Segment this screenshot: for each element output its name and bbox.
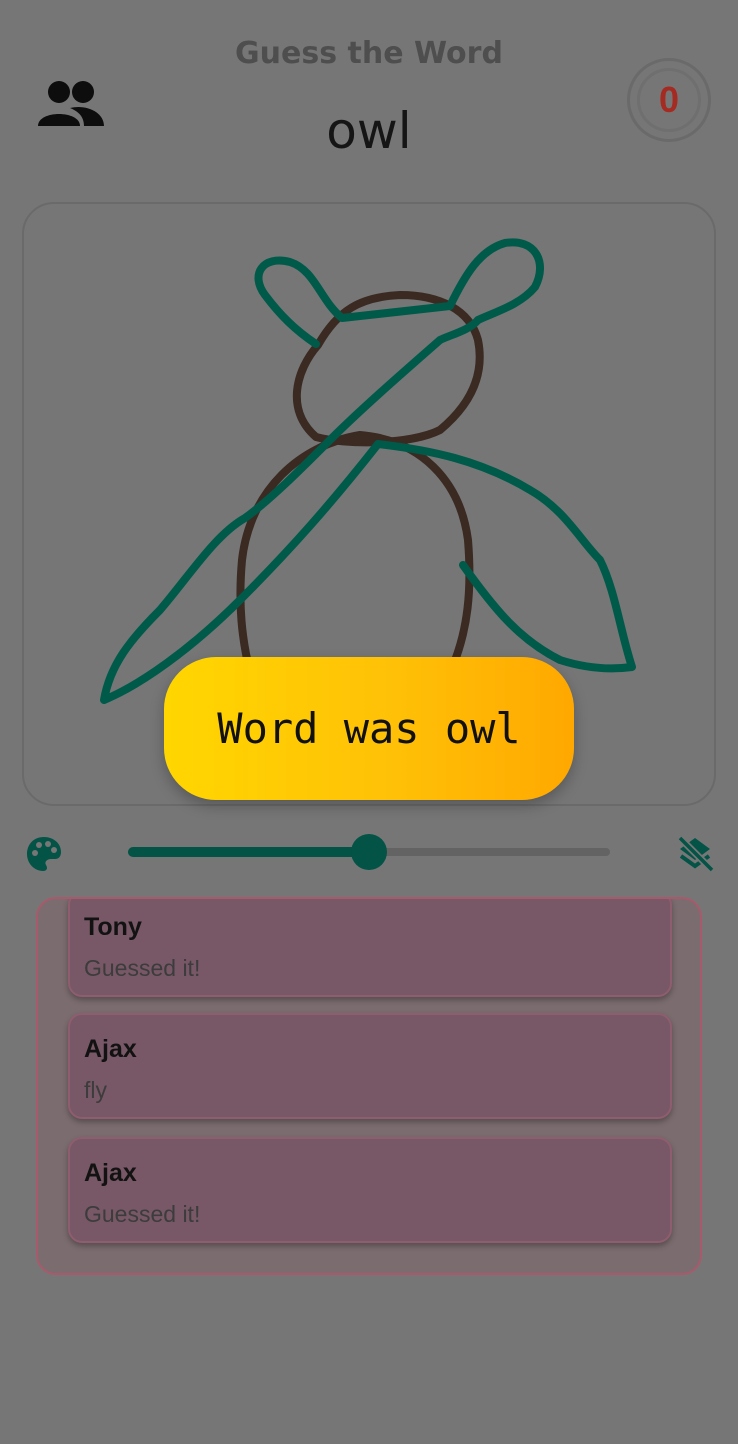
page-title: Guess the Word: [235, 36, 503, 71]
score-value: 0: [658, 79, 680, 120]
chat-sender: Tony: [84, 913, 142, 941]
slider-fill: [128, 847, 369, 857]
score-timer: 0: [627, 58, 711, 142]
slider-thumb[interactable]: [351, 834, 387, 870]
chat-text: Guessed it!: [84, 955, 201, 981]
chat-sender: Ajax: [84, 1035, 137, 1063]
chat-message: Tony Guessed it!: [68, 899, 672, 997]
palette-button[interactable]: [24, 834, 64, 874]
word-reveal-toast: Word was owl: [164, 657, 574, 800]
chat-text: Guessed it!: [84, 1201, 201, 1227]
chat-sender: Ajax: [84, 1159, 137, 1187]
chat-panel[interactable]: Tony Guessed it! Ajax fly Ajax Guessed i…: [36, 897, 702, 1275]
chat-message: Ajax fly: [68, 1013, 672, 1119]
chat-text: fly: [84, 1077, 107, 1103]
clear-canvas-button[interactable]: [674, 832, 716, 874]
palette-icon: [27, 837, 61, 871]
chat-message: Ajax Guessed it!: [68, 1137, 672, 1243]
layers-clear-icon: [677, 835, 715, 873]
stroke-width-slider[interactable]: [128, 830, 610, 874]
word-display: owl: [326, 102, 412, 160]
